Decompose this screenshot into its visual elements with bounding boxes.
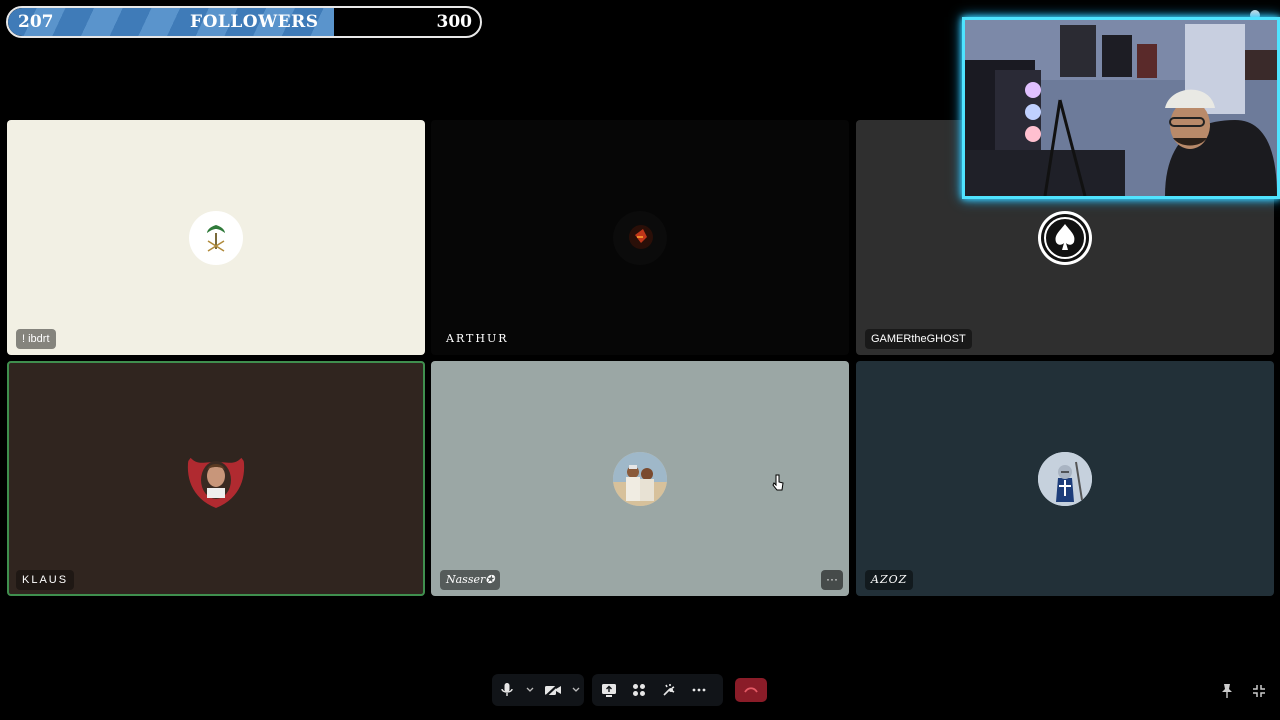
activity-controls [592,674,723,706]
microphone-icon[interactable] [492,674,522,706]
participant-name: AZOZ [865,570,914,590]
streamer-webcam-overlay [962,17,1280,199]
activities-icon[interactable] [624,674,654,706]
goal-current-count: 207 [18,12,54,32]
participant-tile-azoz[interactable]: AZOZ [856,361,1274,596]
dark-figure-avatar [613,210,667,265]
goal-target-count: 300 [436,12,473,32]
pin-icon[interactable] [1218,682,1236,700]
webcam-scene [965,20,1277,196]
participant-tile-klaus[interactable]: KLAUS [7,361,425,596]
spade-logo-avatar [1038,210,1092,265]
knight-avatar [1038,451,1092,506]
participant-name: ! ibdrt [16,329,56,349]
participant-name: Nasser✪ [440,570,501,590]
more-icon[interactable] [684,674,714,706]
participant-tile-ibdrt[interactable]: ! ibdrt [7,120,425,355]
camera-off-icon[interactable] [538,674,568,706]
share-screen-icon[interactable] [594,674,624,706]
chevron-down-icon[interactable] [522,674,538,706]
participant-tile-arthur[interactable]: ARTHUR [431,120,849,355]
participant-tile-nasser[interactable]: Nasser✪ ··· [431,361,849,596]
audio-video-controls [492,674,584,706]
tile-more-button[interactable]: ··· [821,570,843,590]
emblem-avatar [189,210,243,265]
participant-name: KLAUS [16,570,75,590]
hand-cursor-icon [772,474,784,491]
group-photo-avatar [613,451,667,506]
goal-label: FOLLOWERS [190,12,319,32]
participant-name: GAMERtheGHOST [865,329,972,349]
exit-fullscreen-icon[interactable] [1250,682,1268,700]
participant-name: ARTHUR [446,332,509,345]
hang-up-icon [744,687,758,693]
portrait-wings-avatar [183,446,249,512]
chevron-down-icon[interactable] [568,674,584,706]
hang-up-button[interactable] [735,678,767,702]
effects-icon[interactable] [654,674,684,706]
follower-goal-bar: 207 FOLLOWERS 300 [6,6,482,38]
